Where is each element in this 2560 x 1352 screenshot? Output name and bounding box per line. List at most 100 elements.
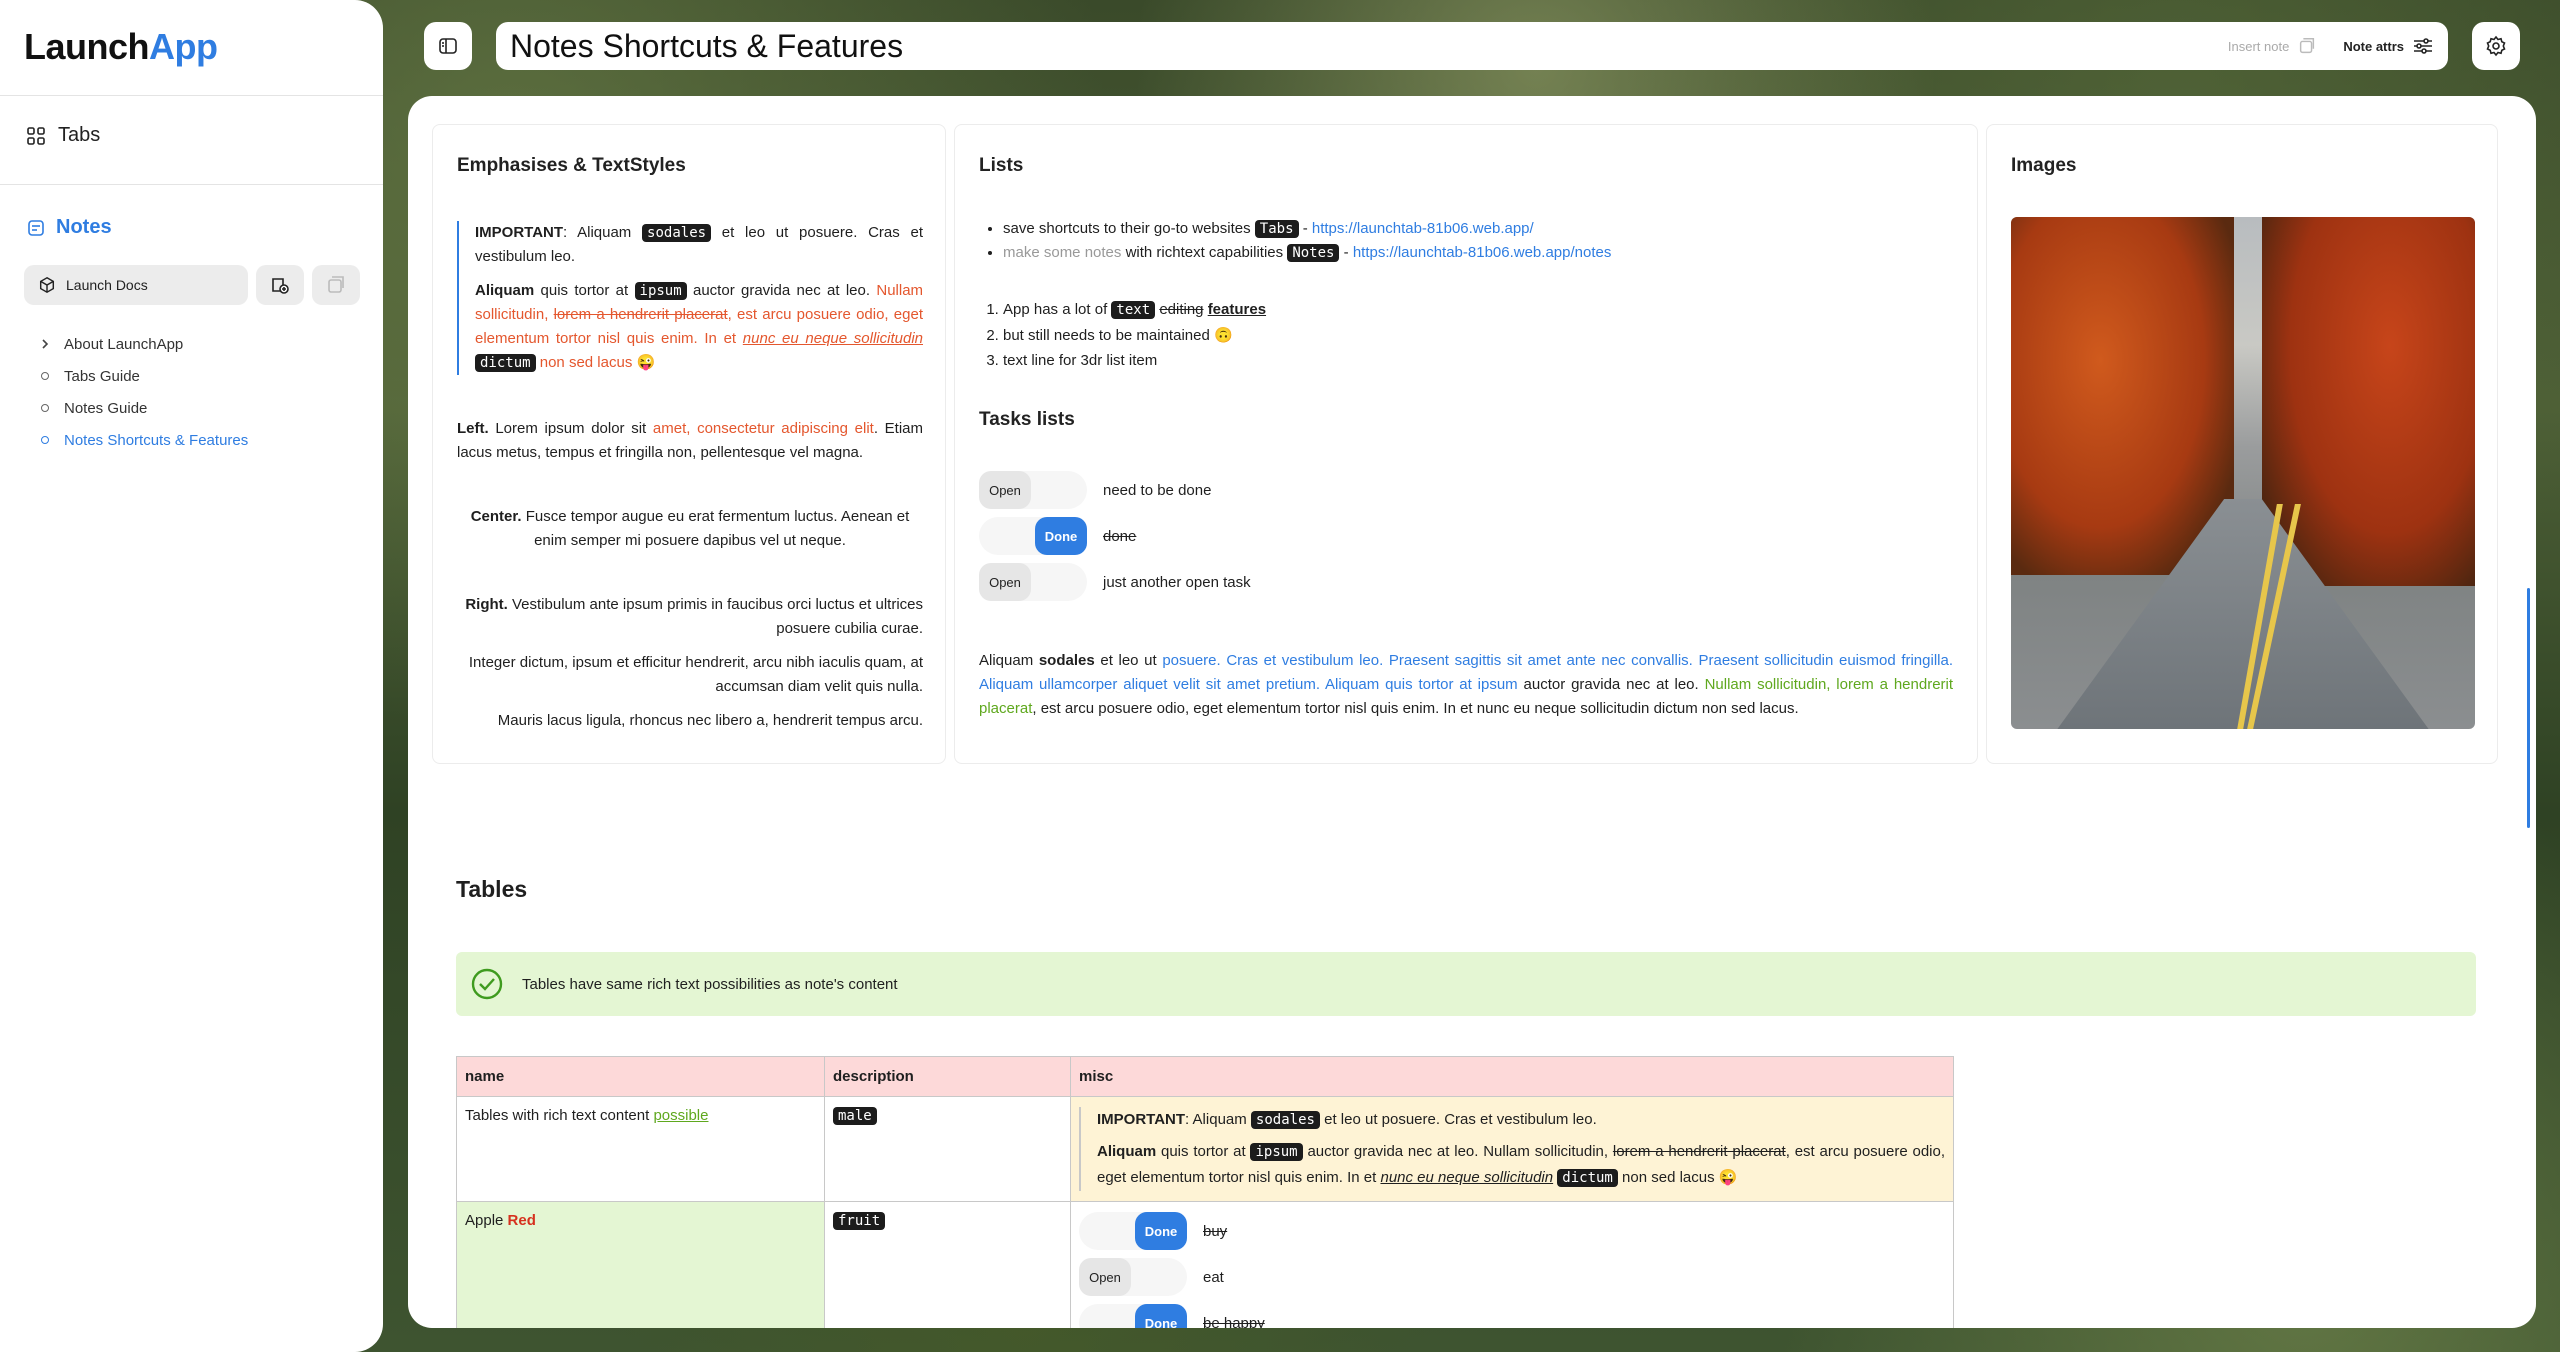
tree-item-label: Notes Guide	[64, 399, 148, 417]
table-header-row: name description misc	[456, 1056, 1954, 1097]
callout[interactable]: Tables have same rich text possibilities…	[456, 952, 2476, 1016]
strikethrough-text: lorem a hendrerit placerat	[553, 306, 728, 323]
scrollbar[interactable]	[2527, 588, 2530, 828]
text: Vestibulum ante ipsum primis in faucibus…	[511, 596, 923, 637]
tree-item-label: Notes Shortcuts & Features	[64, 431, 249, 449]
table-cell[interactable]: fruit	[824, 1201, 1071, 1328]
notebook-stack-icon	[328, 276, 344, 293]
note-title[interactable]: Notes Shortcuts & Features	[510, 28, 2228, 65]
task-toggle[interactable]: Open	[1079, 1258, 1187, 1296]
cube-icon	[39, 276, 55, 294]
blockquote[interactable]: IMPORTANT: Aliquam sodales et leo ut pos…	[457, 221, 923, 375]
strikethrough-text: lorem a hendrerit placerat	[1612, 1143, 1786, 1160]
task-item: Done buy	[1079, 1208, 1945, 1254]
settings-button[interactable]	[2472, 22, 2520, 70]
text: : Aliquam	[563, 224, 632, 241]
bullet-icon	[41, 436, 49, 444]
table-cell[interactable]: IMPORTANT: Aliquam sodales et leo ut pos…	[1070, 1096, 1954, 1202]
right-aligned-paragraph[interactable]: Mauris lacus ligula, rhoncus nec libero …	[457, 709, 923, 733]
toggle-sidebar-button[interactable]	[424, 22, 472, 70]
task-text[interactable]: need to be done	[1103, 482, 1211, 499]
section-heading: Emphasises & TextStyles	[457, 155, 686, 176]
table-row: Apple Red fruit Done buy Open eat Done b…	[456, 1201, 1954, 1329]
task-state-done: Done	[1035, 517, 1087, 555]
list-item[interactable]: text line for 3dr list item	[1003, 348, 1939, 373]
paragraph[interactable]: Aliquam sodales et leo ut posuere. Cras …	[979, 649, 1953, 721]
sidebar-item-tabs[interactable]: Tabs	[26, 124, 100, 147]
right-aligned-paragraph[interactable]: Integer dictum, ipsum et efficitur hendr…	[457, 651, 923, 699]
insert-note-button[interactable]: Insert note	[2228, 36, 2317, 56]
emoji: 😜	[1718, 1169, 1738, 1186]
text: et leo ut posuere. Cras et vestibulum le…	[1324, 1111, 1597, 1128]
text: save shortcuts to their go-to websites	[1003, 220, 1251, 237]
link[interactable]: https://launchtab-81b06.web.app/	[1312, 220, 1534, 237]
colored-text: consectetur adipiscing elit	[697, 420, 874, 437]
tree-item-tabs-guide[interactable]: Tabs Guide	[40, 360, 248, 392]
task-toggle[interactable]: Open	[979, 471, 1087, 509]
center-aligned-paragraph[interactable]: Center. Fusce tempor augue eu erat ferme…	[457, 505, 923, 553]
tree-item-shortcuts[interactable]: Notes Shortcuts & Features	[40, 424, 248, 456]
tree-item-notes-guide[interactable]: Notes Guide	[40, 392, 248, 424]
column-header[interactable]: misc	[1070, 1056, 1954, 1097]
cell-text: Apple	[465, 1212, 504, 1229]
bold-text: IMPORTANT	[1097, 1111, 1186, 1128]
task-item: Open eat	[1079, 1254, 1945, 1300]
autumn-road-photo[interactable]	[2011, 217, 2475, 729]
data-table: name description misc Tables with rich t…	[456, 1056, 1954, 1328]
list-item[interactable]: App has a lot of text editing features	[1003, 297, 1939, 323]
list-item[interactable]: save shortcuts to their go-to websites T…	[1003, 217, 1939, 241]
section-heading: Images	[2011, 155, 2077, 176]
column-header[interactable]: name	[456, 1056, 825, 1097]
table-cell[interactable]: Apple Red	[456, 1201, 825, 1328]
task-text[interactable]: be happy	[1203, 1315, 1265, 1329]
list-item[interactable]: make some notes with richtext capabiliti…	[1003, 241, 1939, 265]
images-card: Images	[1986, 124, 2498, 764]
table-cell[interactable]: Tables with rich text content possible	[456, 1096, 825, 1202]
inline-code: Notes	[1287, 244, 1340, 262]
emphasis-card: Emphasises & TextStyles IMPORTANT: Aliqu…	[432, 124, 946, 764]
task-toggle[interactable]: Done	[1079, 1212, 1187, 1250]
link[interactable]: https://launchtab-81b06.web.app/notes	[1353, 244, 1612, 261]
sidebar-item-label: Tabs	[58, 124, 101, 146]
notebook-selector[interactable]: Launch Docs	[24, 265, 248, 305]
task-toggle[interactable]: Done	[979, 517, 1087, 555]
strikethrough-text: editing	[1159, 301, 1204, 318]
task-text[interactable]: buy	[1203, 1223, 1227, 1240]
table-cell[interactable]: Done buy Open eat Done be happy	[1070, 1201, 1954, 1329]
text: Aliquam	[979, 652, 1034, 669]
task-text[interactable]: eat	[1203, 1269, 1224, 1286]
text: with richtext capabilities	[1125, 244, 1284, 261]
bold-text: Center.	[470, 508, 522, 525]
bullet-list: save shortcuts to their go-to websites T…	[979, 217, 1939, 265]
task-toggle[interactable]: Done	[1079, 1304, 1187, 1328]
inline-code: male	[833, 1107, 877, 1125]
bold-text: IMPORTANT	[475, 224, 564, 241]
note-attrs-button[interactable]: Note attrs	[2343, 36, 2434, 56]
text: App has a lot of	[1003, 301, 1108, 318]
app-logo[interactable]: LaunchApp	[24, 26, 218, 68]
link[interactable]: possible	[653, 1107, 708, 1124]
column-header[interactable]: description	[824, 1056, 1071, 1097]
list-item[interactable]: but still needs to be maintained 🙃	[1003, 323, 1939, 348]
inline-code: Tabs	[1254, 220, 1299, 238]
sliders-icon	[2414, 38, 2432, 54]
text: non sed lacus	[1622, 1169, 1715, 1186]
tree-item-about[interactable]: About LaunchApp	[40, 328, 248, 360]
task-toggle[interactable]: Open	[979, 563, 1087, 601]
left-aligned-paragraph[interactable]: Left. Lorem ipsum dolor sit amet, consec…	[457, 417, 923, 465]
notebook-settings-button[interactable]	[312, 265, 360, 305]
task-text[interactable]: just another open task	[1103, 574, 1251, 591]
table-cell[interactable]: male	[824, 1096, 1071, 1202]
underlined-text: features	[1207, 301, 1267, 318]
right-aligned-paragraph[interactable]: Right. Vestibulum ante ipsum primis in f…	[457, 593, 923, 641]
section-heading: Lists	[979, 155, 1024, 176]
photo-trees-left	[2011, 217, 2234, 576]
task-text[interactable]: done	[1103, 528, 1136, 545]
colored-text: amet,	[652, 420, 691, 437]
text: auctor gravida nec at leo.	[1523, 676, 1699, 693]
bullet-icon	[41, 372, 49, 380]
task-state-done: Done	[1135, 1304, 1187, 1328]
add-notebook-button[interactable]	[256, 265, 304, 305]
callout-text: Tables have same rich text possibilities…	[522, 975, 898, 993]
sidebar-item-notes[interactable]: Notes	[26, 216, 112, 239]
